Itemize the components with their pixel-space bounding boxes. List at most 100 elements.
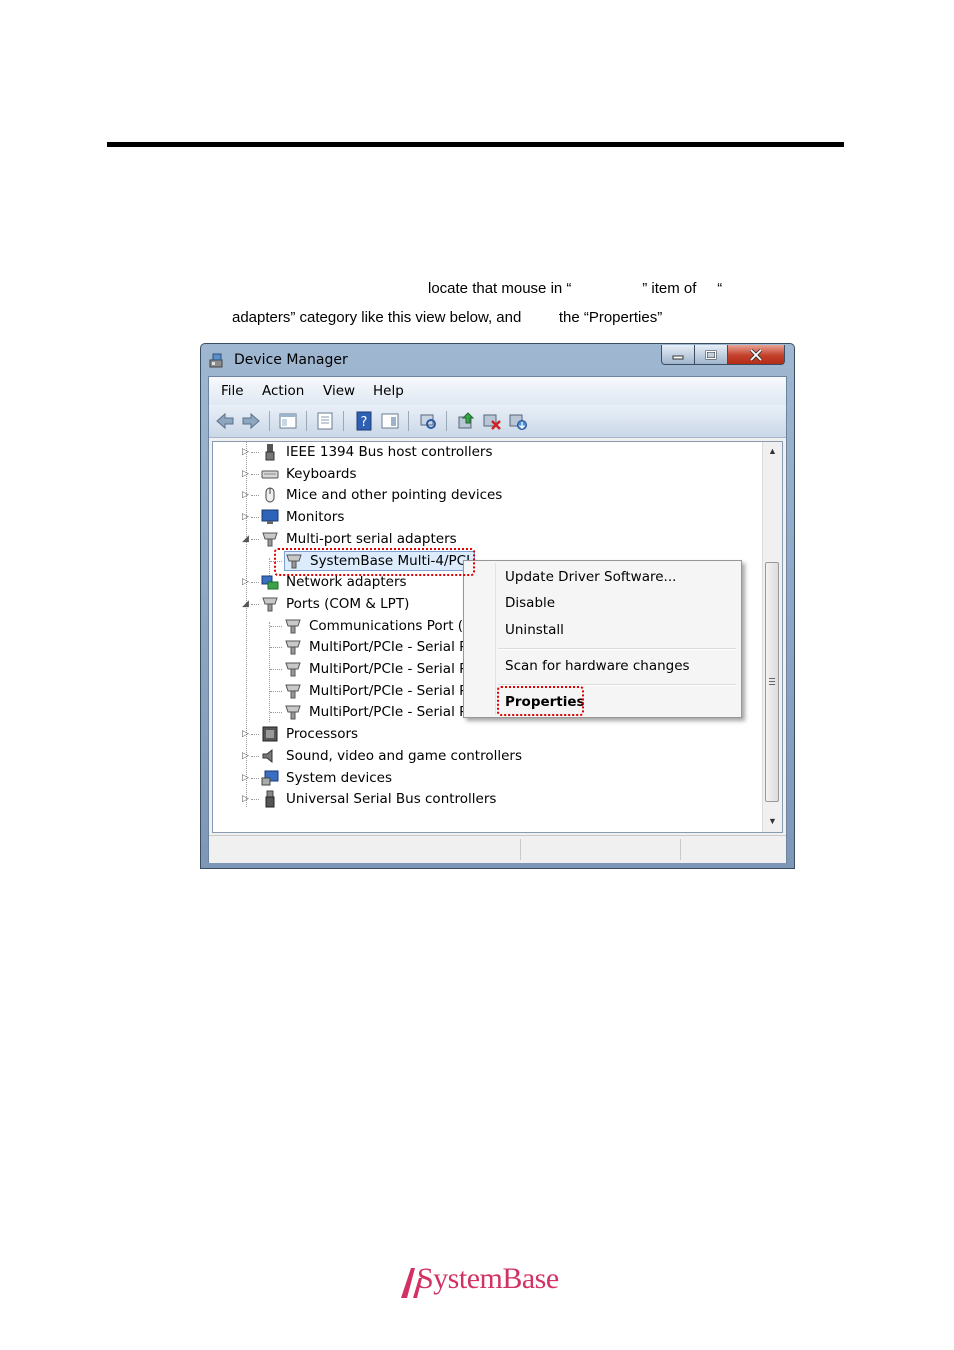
properties-toolbar-icon[interactable] [315,411,335,431]
tree-item[interactable]: Keyboards [261,464,357,484]
tree-item[interactable]: Multi-port serial adapters [261,529,457,549]
tree-item-label: MultiPort/PCIe - Serial P [309,639,468,656]
forward-arrow-icon[interactable] [241,411,261,431]
thumb-grip [769,678,775,679]
close-button[interactable] [727,345,785,365]
collapsed-arrow-icon[interactable]: ▷ [242,794,249,804]
tree-guide-line [270,647,282,649]
menu-disable[interactable]: Disable [505,595,555,611]
tree-item[interactable]: MultiPort/PCIe - Serial P [284,637,467,657]
menu-view[interactable]: View [323,383,355,399]
collapsed-arrow-icon[interactable]: ▷ [242,512,249,522]
tree-guide-line [251,777,259,779]
menu-help[interactable]: Help [373,383,404,399]
collapsed-arrow-icon[interactable]: ▷ [242,577,249,587]
enable-device-icon[interactable] [508,411,528,431]
menu-update-driver[interactable]: Update Driver Software... [505,569,676,585]
minimize-button[interactable] [661,345,695,365]
collapsed-arrow-icon[interactable]: ▷ [242,490,249,500]
serial-port-icon [285,640,301,655]
title-bar[interactable]: Device Manager [201,344,794,376]
menu-action[interactable]: Action [262,383,304,399]
tree-item-label: Ports (COM & LPT) [286,595,410,612]
minimize-icon [672,355,684,359]
tree-guide-line [251,517,259,519]
tree-item-label: Network adapters [286,574,407,591]
tree-item[interactable]: Ports (COM & LPT) [261,594,409,614]
tree-item-label: MultiPort/PCIe - Serial P [309,661,468,677]
monitor-icon [261,509,279,525]
collapsed-arrow-icon[interactable]: ▷ [242,773,249,783]
tree-item[interactable]: MultiPort/PCIe - Serial P [284,702,467,722]
collapsed-arrow-icon[interactable]: ▷ [242,751,249,761]
tree-guide-line [270,669,282,670]
menu-uninstall[interactable]: Uninstall [505,622,564,638]
scroll-down-icon[interactable]: ▼ [768,816,777,826]
menu-scan-hardware[interactable]: Scan for hardware changes [505,658,690,674]
tree-item[interactable]: MultiPort/PCIe - Serial P [284,681,467,701]
tree-item[interactable]: System devices [261,768,392,788]
menu-file[interactable]: File [221,383,244,399]
tree-item[interactable]: Monitors [261,507,344,527]
toolbar-separator [306,411,307,431]
uninstall-icon[interactable] [482,411,502,431]
back-arrow-icon[interactable] [215,411,235,431]
thumb-grip [769,684,775,685]
scan-hardware-icon[interactable] [418,411,438,431]
scrollbar-thumb[interactable] [765,562,779,802]
tree-item-label: Communications Port (C [309,617,473,634]
mouse-icon [265,487,275,503]
logo-text: SystemBase [417,1262,559,1295]
status-bar [209,835,786,863]
scroll-up-icon[interactable]: ▲ [768,446,777,456]
tree-item[interactable]: Communications Port (C [284,616,472,636]
toolbar-separator [343,411,344,431]
tree-item-label: MultiPort/PCIe - Serial P [309,704,468,721]
tree-guide-line [251,582,259,584]
processor-icon [262,726,278,742]
svg-text:?: ? [361,415,368,430]
tree-guide-line [251,734,259,736]
highlight-selected-device [274,548,475,576]
serial-port-icon [285,619,301,634]
expanded-arrow-icon[interactable]: ◢ [242,534,249,544]
tree-guide-line [270,712,282,714]
collapsed-arrow-icon[interactable]: ▷ [242,469,249,479]
tree-item-label: System devices [286,769,393,786]
ieee1394-icon [265,444,275,461]
update-driver-icon[interactable] [456,411,476,431]
tree-item-label: IEEE 1394 Bus host controllers [286,444,493,460]
menu-separator [498,648,736,650]
close-icon [749,348,763,361]
system-devices-icon [261,770,279,785]
maximize-button[interactable] [694,345,728,365]
collapsed-arrow-icon[interactable]: ▷ [242,729,249,739]
tree-item[interactable]: Processors [261,724,358,744]
tree-item-label: Monitors [286,509,345,526]
tree-item[interactable]: Universal Serial Bus controllers [261,789,496,809]
collapsed-arrow-icon[interactable]: ▷ [242,447,249,457]
help-icon[interactable]: ? [354,411,374,431]
tree-item-label: Universal Serial Bus controllers [286,791,497,808]
tree-guide-line [251,452,259,453]
tree-guide-line [251,603,259,605]
tree-item-label: Keyboards [286,465,357,482]
vertical-scrollbar[interactable]: ▲ ▼ [762,442,782,832]
instruction-line-1: locate that mouse in “ ” item of “ [428,280,723,297]
status-separator [520,839,521,860]
tree-item[interactable]: Sound, video and game controllers [261,746,522,766]
serial-port-icon [285,662,301,677]
tree-item[interactable]: Mice and other pointing devices [261,485,502,505]
tree-guide-line [251,538,259,540]
tree-item[interactable]: MultiPort/PCIe - Serial P [284,659,467,679]
status-separator [680,839,681,860]
device-manager-icon [209,353,223,368]
show-hide-console-icon[interactable] [278,411,298,431]
tree-guide-line [269,622,270,722]
action-pane-icon[interactable] [380,411,400,431]
expanded-arrow-icon[interactable]: ◢ [242,599,249,609]
tree-guide-line [251,473,259,475]
serial-port-icon [262,597,278,612]
tree-item[interactable]: IEEE 1394 Bus host controllers [261,442,493,462]
menu-bar: File Action View Help [209,377,786,405]
